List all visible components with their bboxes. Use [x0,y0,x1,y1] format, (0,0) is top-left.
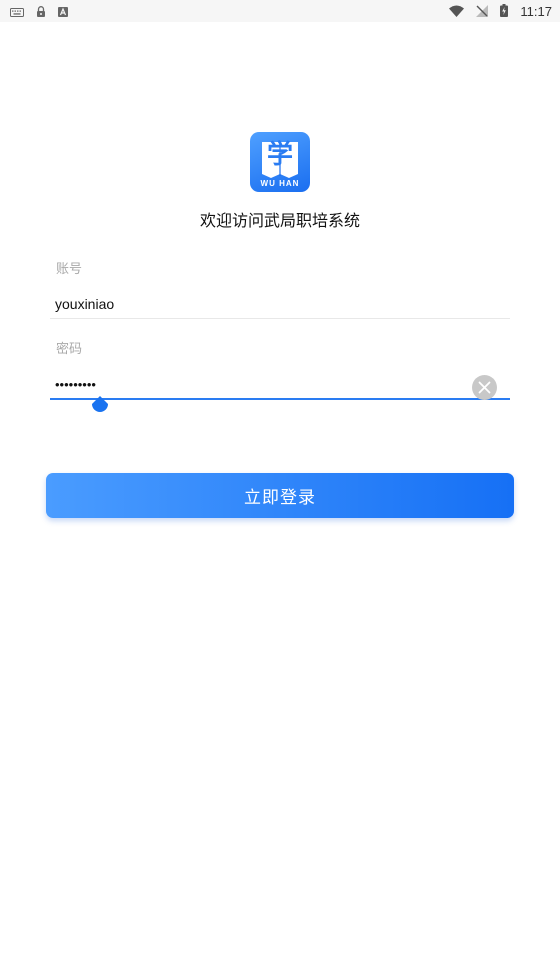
logo-caption: WU HAN [260,179,300,188]
login-button[interactable]: 立即登录 [46,473,514,518]
status-bar-left [10,2,68,21]
clear-password-button[interactable] [472,375,497,400]
password-input[interactable] [50,369,510,399]
account-input[interactable] [50,289,510,319]
status-time: 11:17 [520,3,552,19]
keyboard-icon [10,2,24,21]
password-underline [50,398,510,400]
text-cursor-handle[interactable] [90,392,110,418]
close-icon [478,381,491,394]
no-signal-icon [476,2,489,21]
logo-glyph: 学 [266,140,293,170]
app-logo: 学 WU HAN [250,132,310,192]
status-bar-right: 11:17 [449,2,552,21]
text-a-icon [58,2,68,21]
wifi-icon [449,2,465,21]
lock-icon [36,2,46,21]
password-label: 密码 [56,342,83,357]
account-underline [50,318,510,319]
account-label: 账号 [56,262,83,277]
login-screen: 11:17 学 WU HAN 欢迎访问武局职培系统 账号 密码 立即登录 [0,0,560,955]
battery-charging-icon [500,2,509,21]
welcome-title: 欢迎访问武局职培系统 [199,211,360,230]
status-bar: 11:17 [0,0,560,22]
